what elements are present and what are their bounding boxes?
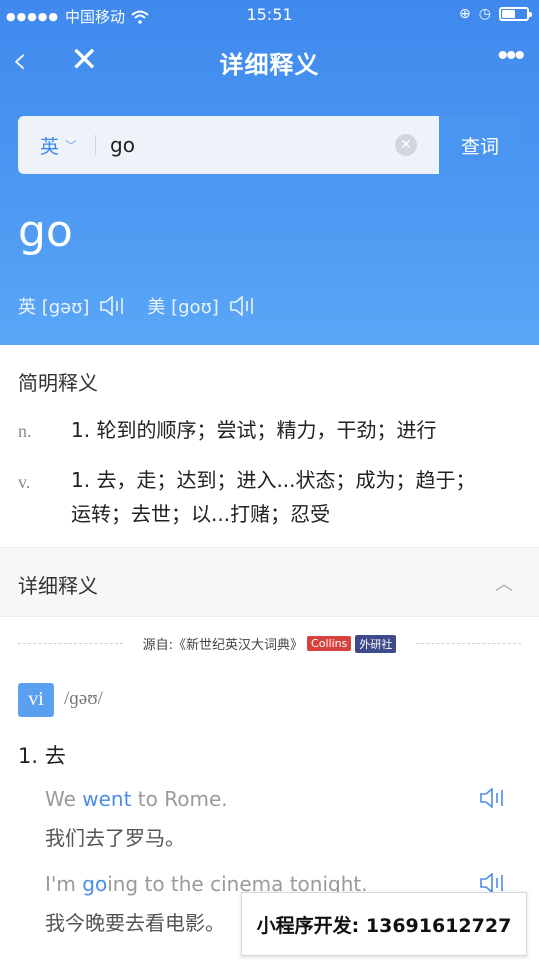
battery-icon — [499, 7, 532, 21]
rotation-lock-icon: ⊕ — [459, 6, 471, 22]
speaker-icon[interactable] — [479, 788, 509, 808]
more-button[interactable]: ••• — [497, 36, 524, 76]
battery-fill — [502, 10, 516, 18]
collins-badge: Collins — [307, 636, 352, 651]
lookup-button[interactable]: 查词 — [439, 116, 521, 174]
page-title: 详细释义 — [219, 51, 320, 79]
definition-text: 1. 去，走；达到；进入...状态；成为；趋于；运转；去世；以...打赌；忍受 — [71, 468, 476, 526]
example-text: We — [45, 787, 83, 811]
chevron-down-icon: ﹀ — [65, 138, 78, 153]
detail-header[interactable]: 详细释义 ︿ — [0, 547, 539, 617]
sense-title: 1. 去 — [18, 744, 66, 768]
example-english: We went to Rome. — [45, 787, 228, 811]
language-label: 英 — [40, 135, 60, 158]
dashed-divider — [416, 643, 521, 644]
uk-speaker-icon[interactable] — [99, 296, 129, 316]
us-speaker-icon[interactable] — [229, 296, 259, 316]
source-text: 源自:《新世纪英汉大词典》 — [142, 638, 304, 653]
search-field: 英 ﹀ ✕ — [18, 116, 439, 174]
brief-title: 简明释义 — [18, 371, 98, 395]
detail-title: 详细释义 — [18, 574, 98, 598]
pos-label: v. — [18, 472, 31, 492]
search-bar: 英 ﹀ ✕ 查词 — [18, 116, 521, 174]
detail-phonetic: /ɡəʊ/ — [64, 688, 103, 709]
chevron-up-icon[interactable]: ︿ — [495, 570, 513, 596]
header-area: ●●●●● 中国移动 15:51 ⊕ ◷ ‹ ✕ 详细释义 ••• 英 ﹀ go… — [0, 0, 539, 345]
example-text: I'm — [45, 872, 83, 896]
watermark-overlay: 小程序开发: 13691612727 — [241, 892, 527, 956]
divider — [95, 135, 97, 155]
uk-phonetic: 英 [gəʊ] — [18, 297, 90, 318]
search-input[interactable] — [110, 133, 381, 157]
language-selector[interactable]: 英 ﹀ — [40, 132, 77, 159]
publisher-badge: 外研社 — [355, 634, 397, 653]
pos-badge: vi — [18, 683, 54, 717]
us-phonetic: 美 [goʊ] — [147, 297, 219, 318]
example-highlight: went — [82, 787, 132, 811]
source-line: 源自:《新世纪英汉大词典》 Collins 外研社 — [0, 632, 539, 656]
speaker-icon[interactable] — [479, 873, 509, 893]
pronunciations: 英 [gəʊ] 美 [goʊ] — [18, 293, 277, 319]
example-highlight: go — [82, 872, 108, 896]
pos-label: n. — [18, 421, 32, 441]
brief-definitions: 简明释义 n. 1. 轮到的顺序；尝试；精力，干劲；进行 v. 1. 去，走；达… — [0, 345, 539, 547]
nav-bar: ‹ ✕ 详细释义 ••• — [0, 32, 539, 90]
definition-text: 1. 轮到的顺序；尝试；精力，干劲；进行 — [71, 418, 437, 442]
example-chinese: 我今晚要去看电影。 — [45, 911, 225, 935]
alarm-icon: ◷ — [478, 6, 491, 22]
status-bar: ●●●●● 中国移动 15:51 ⊕ ◷ — [0, 0, 539, 32]
headword: go — [18, 206, 73, 257]
example-text: to Rome. — [131, 787, 228, 811]
example-chinese: 我们去了罗马。 — [45, 826, 185, 850]
clear-icon[interactable]: ✕ — [395, 134, 417, 156]
